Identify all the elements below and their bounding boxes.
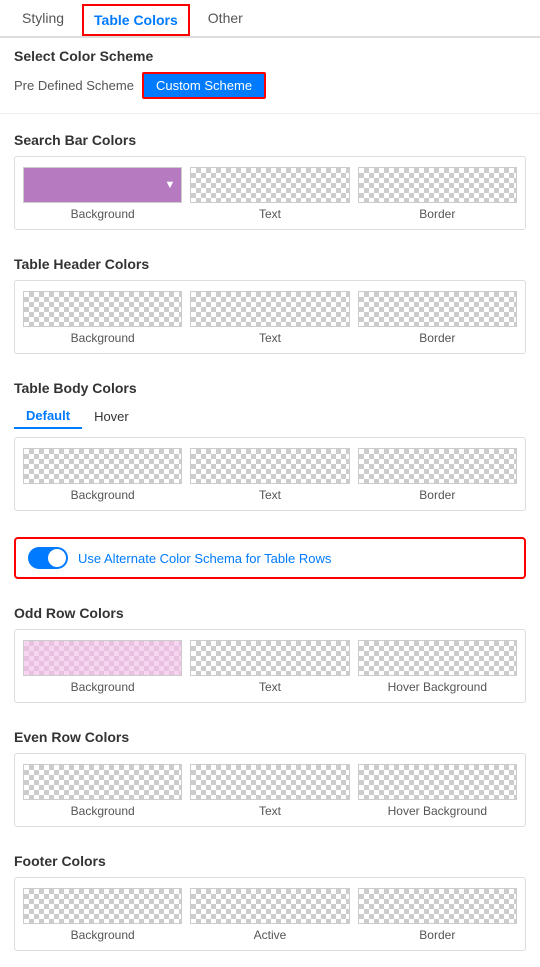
alternate-color-section: Use Alternate Color Schema for Table Row… — [0, 527, 540, 595]
header-text-color-box[interactable] — [190, 291, 349, 327]
search-border-swatch[interactable]: Border — [358, 167, 517, 221]
odd-bg-label: Background — [71, 680, 135, 694]
footer-border-color-box[interactable] — [358, 888, 517, 924]
footer-bg-swatch[interactable]: Background — [23, 888, 182, 942]
body-text-swatch[interactable]: Text — [190, 448, 349, 502]
toggle-track — [28, 547, 68, 569]
even-hover-bg-swatch[interactable]: Hover Background — [358, 764, 517, 818]
table-body-title: Table Body Colors — [14, 380, 526, 396]
search-bar-color-group: Background Text Border — [14, 156, 526, 230]
odd-hover-bg-color-box[interactable] — [358, 640, 517, 676]
select-scheme-title: Select Color Scheme — [14, 48, 526, 64]
footer-title: Footer Colors — [14, 853, 526, 869]
tab-hover[interactable]: Hover — [82, 404, 141, 429]
even-row-swatches: Background Text Hover Background — [23, 764, 517, 818]
body-border-color-box[interactable] — [358, 448, 517, 484]
footer-active-label: Active — [254, 928, 287, 942]
header-text-label: Text — [259, 331, 281, 345]
footer-colors-section: Footer Colors Background Active Border — [0, 843, 540, 967]
search-text-swatch[interactable]: Text — [190, 167, 349, 221]
odd-row-swatches: Background Text Hover Background — [23, 640, 517, 694]
odd-text-color-box[interactable] — [190, 640, 349, 676]
search-bg-label: Background — [71, 207, 135, 221]
table-body-colors-section: Table Body Colors Default Hover Backgrou… — [0, 370, 540, 527]
select-color-scheme-section: Select Color Scheme Pre Defined Scheme C… — [0, 38, 540, 111]
search-bg-color-box[interactable] — [23, 167, 182, 203]
odd-hover-bg-swatch[interactable]: Hover Background — [358, 640, 517, 694]
table-body-color-group: Background Text Border — [14, 437, 526, 511]
even-bg-label: Background — [71, 804, 135, 818]
header-border-label: Border — [419, 331, 455, 345]
footer-active-color-box[interactable] — [190, 888, 349, 924]
even-text-color-box[interactable] — [190, 764, 349, 800]
table-header-swatches: Background Text Border — [23, 291, 517, 345]
tab-other[interactable]: Other — [194, 0, 257, 36]
search-bar-title: Search Bar Colors — [14, 132, 526, 148]
footer-bg-color-box[interactable] — [23, 888, 182, 924]
footer-active-swatch[interactable]: Active — [190, 888, 349, 942]
body-border-swatch[interactable]: Border — [358, 448, 517, 502]
search-bar-swatches: Background Text Border — [23, 167, 517, 221]
body-sub-tabs: Default Hover — [14, 404, 526, 429]
body-text-label: Text — [259, 488, 281, 502]
custom-scheme-button[interactable]: Custom Scheme — [142, 72, 266, 99]
footer-swatches: Background Active Border — [23, 888, 517, 942]
tab-bar: Styling Table Colors Other — [0, 0, 540, 38]
odd-text-swatch[interactable]: Text — [190, 640, 349, 694]
footer-bg-label: Background — [71, 928, 135, 942]
body-border-label: Border — [419, 488, 455, 502]
even-row-colors-section: Even Row Colors Background Text Hover Ba… — [0, 719, 540, 843]
odd-row-colors-section: Odd Row Colors Background Text Hover Bac… — [0, 595, 540, 719]
even-hover-bg-label: Hover Background — [388, 804, 487, 818]
odd-row-color-group: Background Text Hover Background — [14, 629, 526, 703]
odd-text-label: Text — [259, 680, 281, 694]
even-bg-color-box[interactable] — [23, 764, 182, 800]
footer-border-label: Border — [419, 928, 455, 942]
tab-table-colors[interactable]: Table Colors — [82, 4, 190, 36]
search-text-label: Text — [259, 207, 281, 221]
table-header-title: Table Header Colors — [14, 256, 526, 272]
odd-bg-swatch[interactable]: Background — [23, 640, 182, 694]
header-bg-label: Background — [71, 331, 135, 345]
search-border-color-box[interactable] — [358, 167, 517, 203]
toggle-switch[interactable] — [28, 547, 68, 569]
body-text-color-box[interactable] — [190, 448, 349, 484]
header-border-color-box[interactable] — [358, 291, 517, 327]
even-row-color-group: Background Text Hover Background — [14, 753, 526, 827]
table-header-colors-section: Table Header Colors Background Text Bord… — [0, 246, 540, 370]
even-text-label: Text — [259, 804, 281, 818]
odd-bg-color-box[interactable] — [23, 640, 182, 676]
header-text-swatch[interactable]: Text — [190, 291, 349, 345]
even-text-swatch[interactable]: Text — [190, 764, 349, 818]
scheme-row: Pre Defined Scheme Custom Scheme — [14, 72, 526, 99]
toggle-label: Use Alternate Color Schema for Table Row… — [78, 551, 331, 566]
odd-hover-bg-label: Hover Background — [388, 680, 487, 694]
even-bg-swatch[interactable]: Background — [23, 764, 182, 818]
header-bg-swatch[interactable]: Background — [23, 291, 182, 345]
footer-border-swatch[interactable]: Border — [358, 888, 517, 942]
body-bg-color-box[interactable] — [23, 448, 182, 484]
header-border-swatch[interactable]: Border — [358, 291, 517, 345]
footer-color-group: Background Active Border — [14, 877, 526, 951]
header-bg-color-box[interactable] — [23, 291, 182, 327]
odd-row-title: Odd Row Colors — [14, 605, 526, 621]
toggle-row: Use Alternate Color Schema for Table Row… — [14, 537, 526, 579]
even-hover-bg-color-box[interactable] — [358, 764, 517, 800]
predefined-label: Pre Defined Scheme — [14, 78, 134, 93]
search-bg-swatch[interactable]: Background — [23, 167, 182, 221]
table-body-swatches: Background Text Border — [23, 448, 517, 502]
search-text-color-box[interactable] — [190, 167, 349, 203]
search-border-label: Border — [419, 207, 455, 221]
table-header-color-group: Background Text Border — [14, 280, 526, 354]
body-bg-swatch[interactable]: Background — [23, 448, 182, 502]
tab-styling[interactable]: Styling — [8, 0, 78, 36]
tab-default[interactable]: Default — [14, 404, 82, 429]
toggle-thumb — [48, 549, 66, 567]
even-row-title: Even Row Colors — [14, 729, 526, 745]
body-bg-label: Background — [71, 488, 135, 502]
search-bar-colors-section: Search Bar Colors Background Text Border — [0, 122, 540, 246]
